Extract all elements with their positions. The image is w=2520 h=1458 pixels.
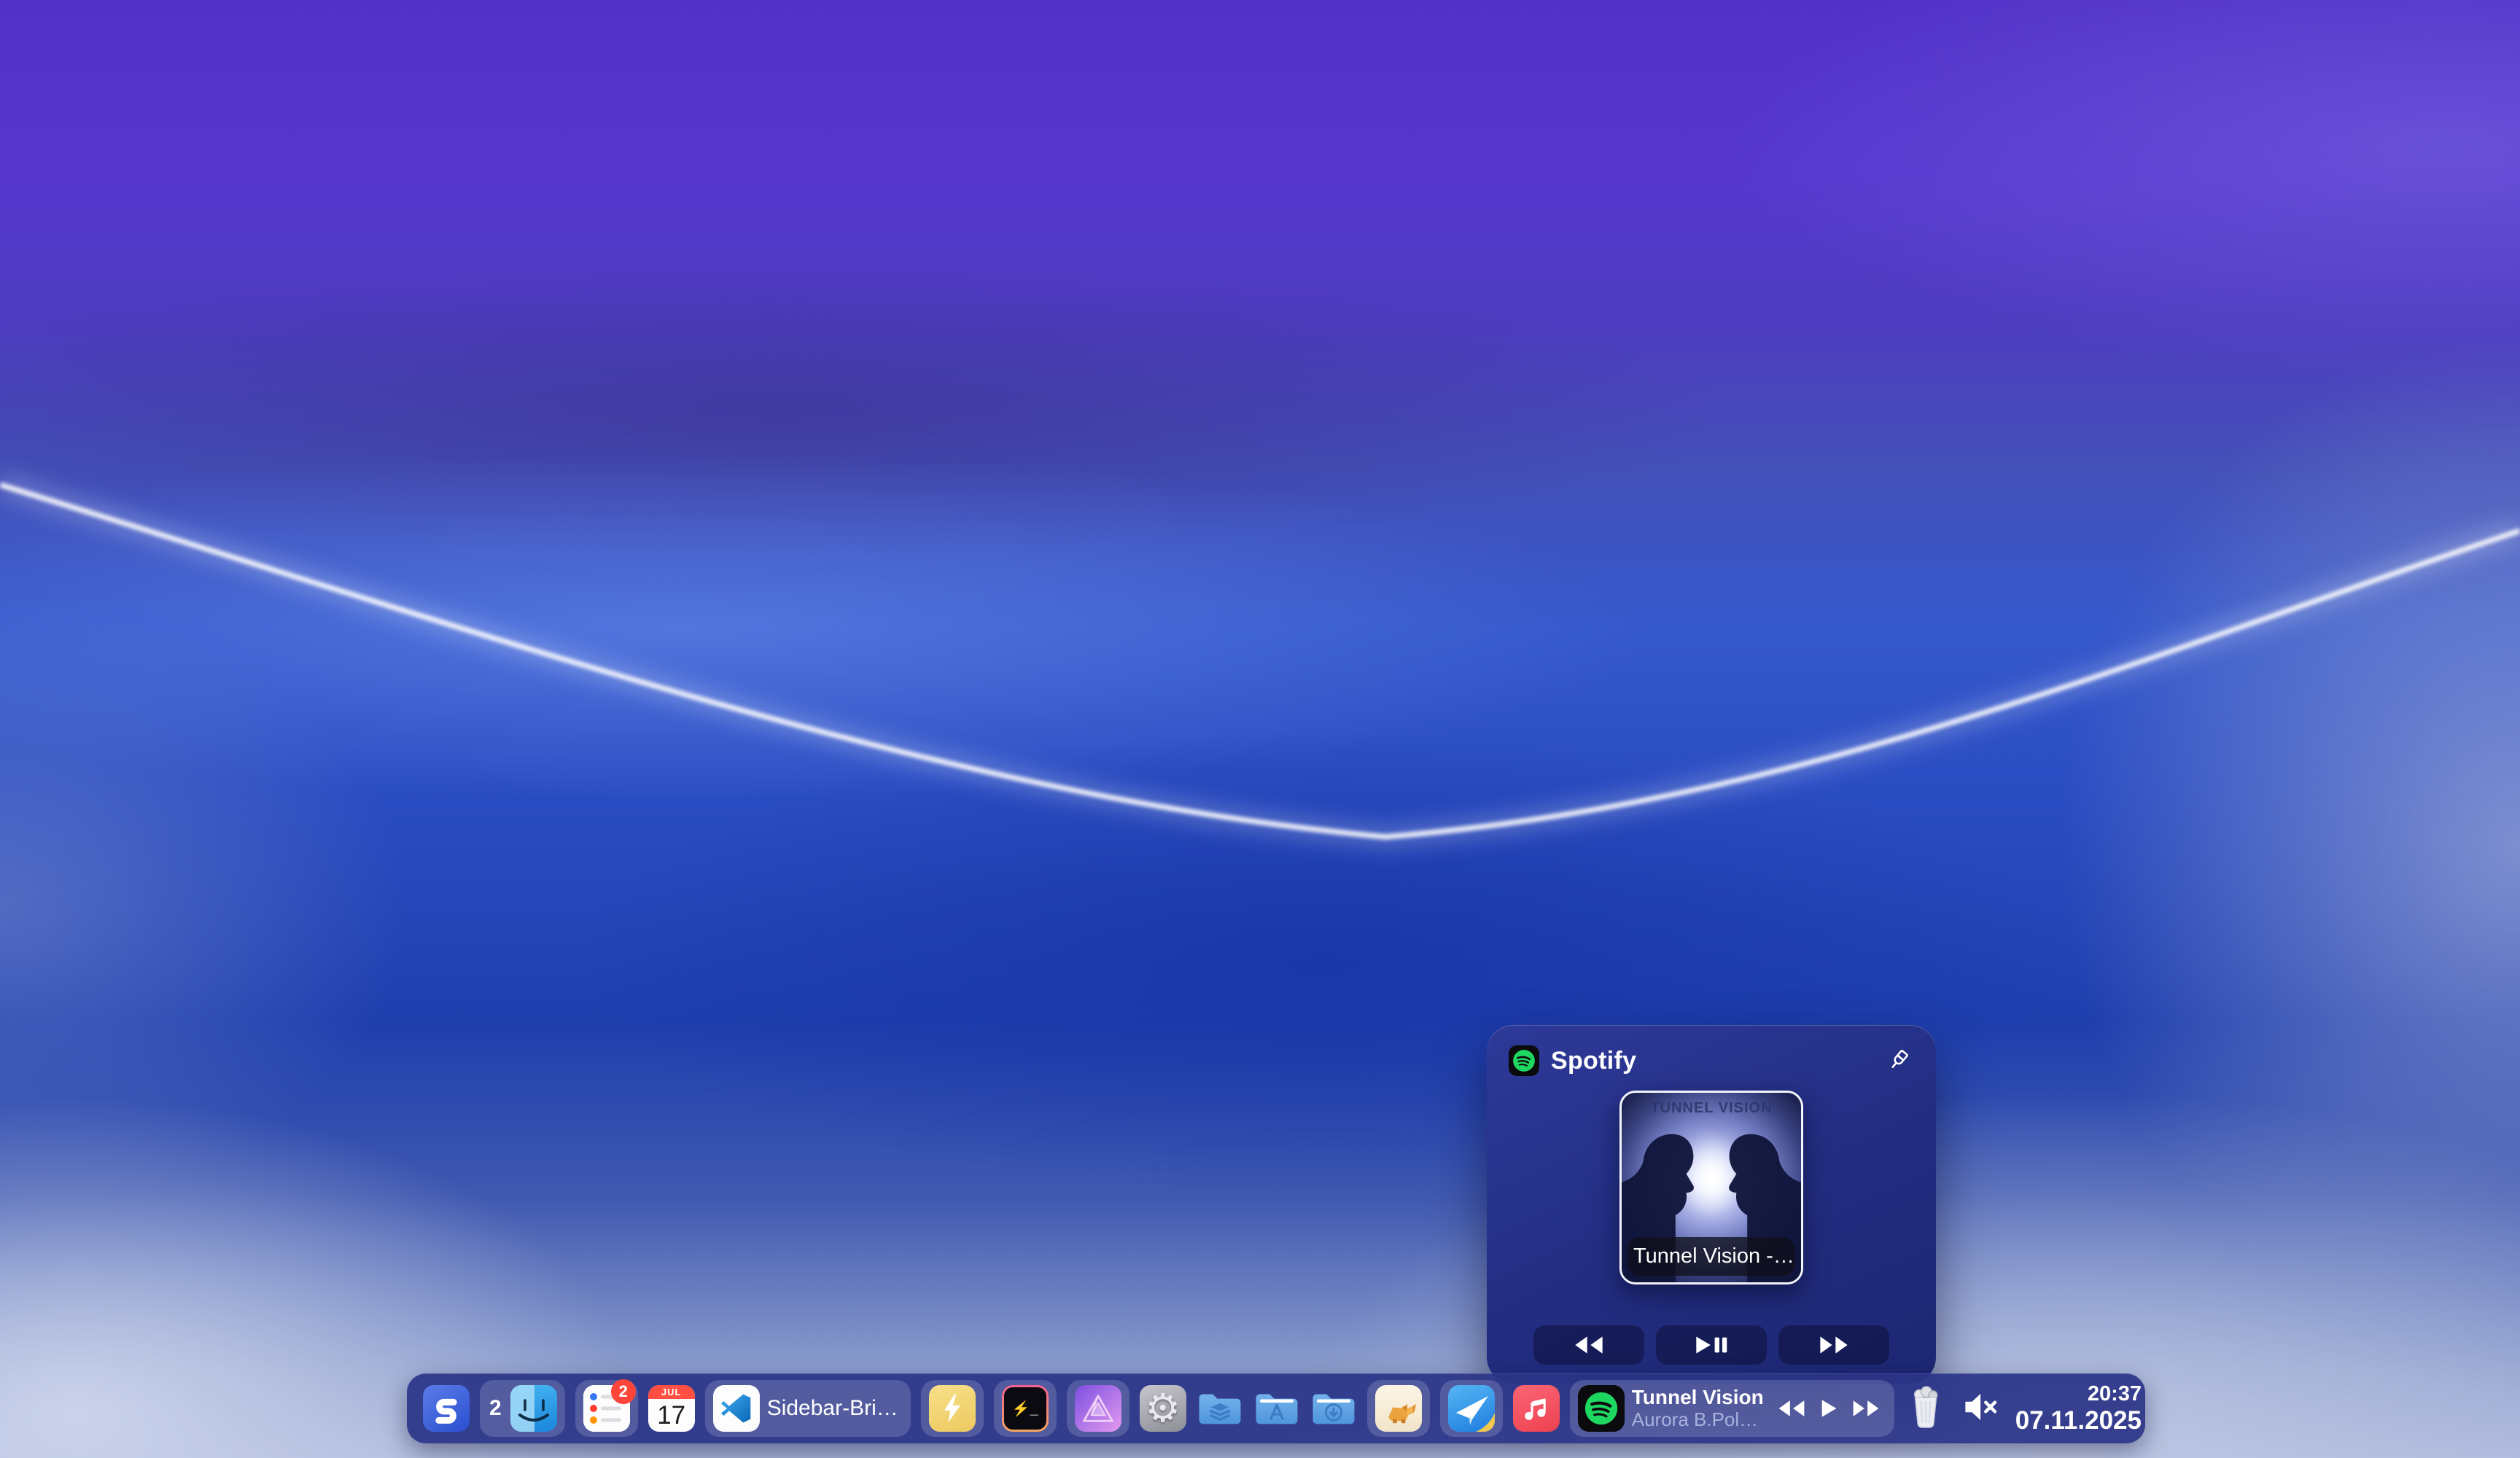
desktop-wallpaper: Spotify TUNNEL VISION Tunnel Vision -… <box>0 0 2520 1458</box>
apple-music-icon[interactable] <box>1513 1385 1560 1432</box>
spotify-widget-header: Spotify <box>1487 1025 1936 1076</box>
dock: 2 2 JUL <box>407 1373 2145 1443</box>
finder-dock-group[interactable]: 2 <box>480 1380 565 1437</box>
postico-dock-group[interactable] <box>1367 1380 1430 1437</box>
clock-date: 07.11.2025 <box>2015 1406 2142 1435</box>
paintbrush-icon[interactable] <box>1883 1046 1913 1075</box>
now-playing-artist: Aurora B.Pol… <box>1632 1409 1764 1431</box>
play-pause-button[interactable] <box>1656 1325 1767 1365</box>
finder-icon[interactable] <box>510 1385 557 1432</box>
terminal-prompt: ⚡_ <box>1012 1400 1038 1418</box>
vscode-dock-group[interactable]: Sidebar-Bri… <box>705 1380 911 1437</box>
spotify-icon[interactable] <box>1578 1385 1625 1432</box>
dock-media-controls <box>1774 1398 1886 1419</box>
rewind-button[interactable] <box>1777 1399 1806 1418</box>
downloads-folder-icon[interactable] <box>1310 1385 1357 1432</box>
vscode-window-label: Sidebar-Bri… <box>767 1396 903 1421</box>
widget-title: Spotify <box>1551 1047 1872 1075</box>
finder-window-count: 2 <box>488 1396 503 1421</box>
reminders-dock-group[interactable]: 2 <box>575 1380 638 1437</box>
calendar-day: 17 <box>648 1399 695 1432</box>
previous-button[interactable] <box>1533 1325 1644 1365</box>
spark-dock-group[interactable] <box>1440 1380 1503 1437</box>
calendar-icon[interactable]: JUL 17 <box>648 1385 695 1432</box>
widget-controls <box>1533 1325 1889 1365</box>
terminal-dock-group[interactable]: ⚡_ <box>994 1380 1057 1437</box>
now-playing-text: Tunnel Vision Aurora B.Pol… <box>1632 1386 1767 1431</box>
reminders-icon[interactable]: 2 <box>583 1385 630 1432</box>
spotify-icon <box>1509 1045 1539 1076</box>
spotify-now-playing-group[interactable]: Tunnel Vision Aurora B.Pol… <box>1570 1380 1894 1437</box>
lightning-app-icon[interactable] <box>929 1385 976 1432</box>
next-button[interactable] <box>1778 1325 1889 1365</box>
dock-tray: 20:37 07.11.2025 <box>1905 1382 2142 1435</box>
s-app-icon[interactable] <box>423 1385 470 1432</box>
terminal-app-icon[interactable]: ⚡_ <box>1002 1385 1049 1432</box>
affinity-app-icon[interactable] <box>1075 1385 1121 1432</box>
fast-forward-button[interactable] <box>1851 1399 1881 1418</box>
gear-icon: ⚙ <box>1146 1389 1181 1428</box>
vscode-icon[interactable] <box>713 1385 760 1432</box>
track-label: Tunnel Vision -… <box>1628 1237 1795 1276</box>
dock-clock[interactable]: 20:37 07.11.2025 <box>2015 1382 2142 1435</box>
stack-folder-icon[interactable] <box>1197 1385 1243 1432</box>
affinity-dock-group[interactable] <box>1067 1380 1129 1437</box>
wallpaper-curve-line <box>0 0 2520 1458</box>
album-art[interactable]: TUNNEL VISION Tunnel Vision -… <box>1619 1091 1803 1284</box>
volume-muted-icon[interactable] <box>1961 1387 2001 1430</box>
lightning-dock-group[interactable] <box>921 1380 984 1437</box>
play-button[interactable] <box>1819 1398 1838 1419</box>
system-settings-icon[interactable]: ⚙ <box>1140 1385 1186 1432</box>
spark-mail-icon[interactable] <box>1448 1385 1495 1432</box>
reminders-badge: 2 <box>611 1379 636 1404</box>
clock-time: 20:37 <box>2088 1382 2142 1406</box>
trash-icon[interactable] <box>1905 1384 1947 1433</box>
applications-folder-icon[interactable] <box>1253 1385 1300 1432</box>
postico-elephant-icon[interactable] <box>1375 1385 1422 1432</box>
spotify-widget: Spotify TUNNEL VISION Tunnel Vision -… <box>1487 1025 1936 1384</box>
now-playing-title: Tunnel Vision <box>1632 1386 1764 1409</box>
album-cover-title: TUNNEL VISION <box>1622 1100 1801 1117</box>
calendar-month: JUL <box>648 1385 695 1399</box>
